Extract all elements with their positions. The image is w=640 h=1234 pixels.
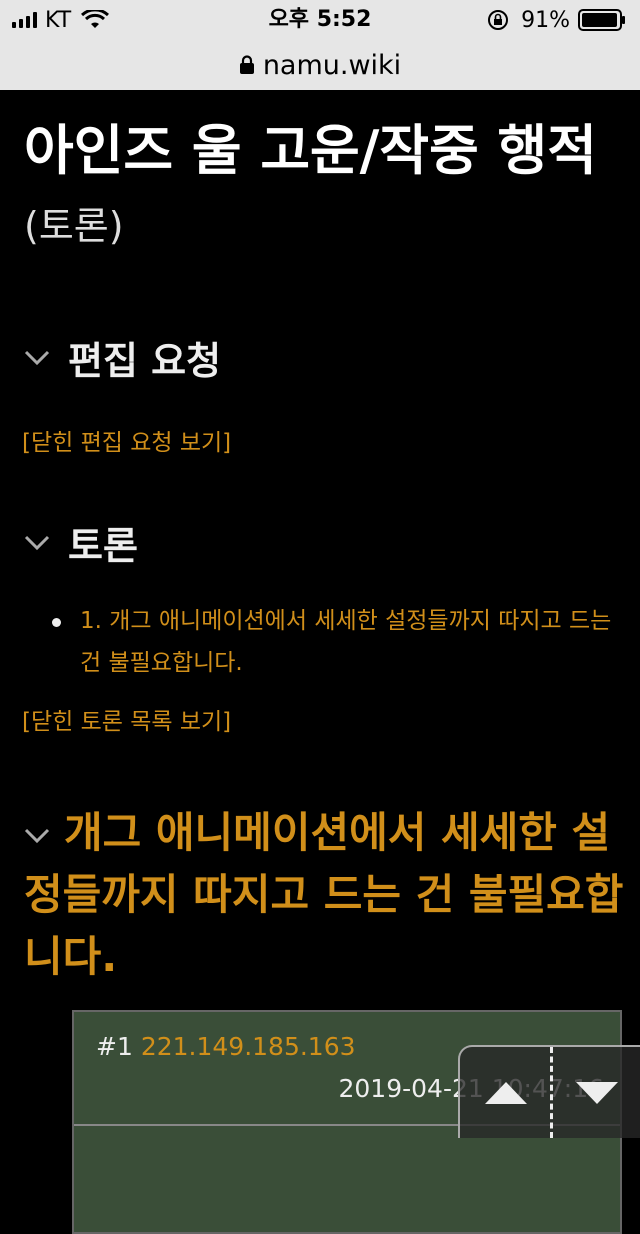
rotation-lock-icon [488, 10, 509, 30]
comment-number: #1 [96, 1032, 133, 1061]
discussion-list-item[interactable]: 1. 개그 애니메이션에서 세세한 설정들까지 따지고 드는 건 불필요합니다. [52, 600, 612, 684]
section-discussions-label: 토론 [68, 524, 138, 568]
closed-discussions-link[interactable]: [닫힌 토론 목록 보기] [22, 702, 231, 736]
comment-header: #1 221.149.185.163 [96, 1032, 356, 1061]
status-bar: KT 오후 5:52 91% [0, 0, 640, 40]
comment-author-ip[interactable]: 221.149.185.163 [141, 1032, 356, 1061]
section-discussions[interactable]: 토론 [24, 515, 138, 570]
thread-title-text: 개그 애니메이션에서 세세한 설정들까지 따지고 드는 건 불필요합니다. [24, 808, 624, 981]
discussion-link[interactable]: 1. 개그 애니메이션에서 세세한 설정들까지 따지고 드는 건 불필요합니다. [80, 600, 612, 684]
scroll-navigation [458, 1045, 640, 1138]
url-domain: namu.wiki [262, 49, 402, 81]
address-bar[interactable]: namu.wiki [0, 40, 640, 90]
bullet-dot [52, 618, 61, 627]
closed-edit-requests-link[interactable]: [닫힌 편집 요청 보기] [22, 423, 231, 457]
page-title-text: 아인즈 울 고운/작중 행적 [24, 119, 597, 182]
battery-icon [578, 9, 625, 31]
scroll-up-button[interactable] [460, 1047, 551, 1138]
page-title: 아인즈 울 고운/작중 행적 (토론) [24, 116, 624, 261]
arrow-down-icon [575, 1081, 618, 1104]
arrow-up-icon [484, 1081, 527, 1104]
thread-title[interactable]: 개그 애니메이션에서 세세한 설정들까지 따지고 드는 건 불필요합니다. [24, 802, 624, 988]
section-edit-requests[interactable]: 편집 요청 [24, 330, 221, 385]
section-edit-requests-label: 편집 요청 [68, 339, 222, 383]
status-right: 91% [487, 6, 626, 34]
page-title-suffix: (토론) [24, 204, 124, 248]
chevron-down-icon [24, 350, 50, 365]
chevron-down-icon [24, 535, 50, 550]
lock-icon [239, 55, 254, 74]
chevron-down-icon [24, 828, 50, 843]
scroll-down-button[interactable] [551, 1047, 640, 1138]
battery-percent: 91% [521, 7, 570, 33]
